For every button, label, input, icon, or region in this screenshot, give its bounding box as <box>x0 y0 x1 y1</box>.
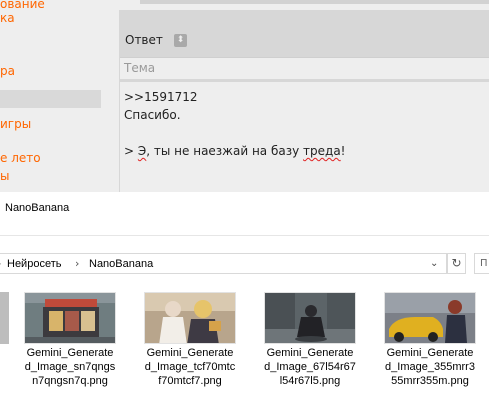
sidebar-highlight <box>0 90 101 108</box>
file-thumbnail-partial[interactable] <box>0 292 9 344</box>
spellcheck-word: треда <box>303 144 341 158</box>
quote-text: , ты не наезжай на базу <box>146 144 304 158</box>
sidebar-link[interactable]: ы <box>0 169 9 183</box>
sidebar-link[interactable]: ование <box>0 0 45 11</box>
file-name: Gemini_Generated_Image_67l54r67l54r67l5.… <box>264 347 356 387</box>
file-name: Gemini_Generated_Image_tcf70mtcf70mtcf7.… <box>144 347 236 387</box>
address-bar[interactable]: › Нейросеть › NanoBanana ⌄ <box>0 253 447 274</box>
breadcrumb-item[interactable]: NanoBanana <box>89 258 153 270</box>
breadcrumb-chevron-icon[interactable]: › <box>0 257 1 270</box>
file-item[interactable]: Gemini_Generated_Image_tcf70mtcf70mtcf7.… <box>144 292 236 404</box>
file-item[interactable]: Gemini_Generated_Image_sn7qngsn7qngsn7q.… <box>24 292 116 404</box>
subject-field[interactable]: Тема <box>120 57 489 79</box>
breadcrumb-chevron-icon[interactable]: › <box>75 257 79 270</box>
file-name: Gemini_Generated_Image_sn7qngsn7qngsn7q.… <box>24 347 116 387</box>
file-thumbnail <box>24 292 116 344</box>
breadcrumb-item[interactable]: Нейросеть <box>7 258 61 270</box>
search-box[interactable]: П <box>474 253 489 274</box>
comment-quote-line: > Э, ты не наезжай на базу треда! <box>124 144 345 158</box>
sidebar-link[interactable]: е лето <box>0 151 41 165</box>
dialog-separator <box>0 235 489 236</box>
sidebar-link[interactable]: ка <box>0 11 15 25</box>
file-item[interactable]: Gemini_Generated_Image_355mrr355mrr355m.… <box>384 292 476 404</box>
subject-placeholder: Тема <box>124 61 156 75</box>
comment-text: Спасибо. <box>124 108 181 122</box>
dialog-title: NanoBanana <box>5 202 70 214</box>
sidebar-link[interactable]: ра <box>0 64 15 78</box>
file-name: Gemini_Generated_Image_355mrr355mrr355m.… <box>385 347 475 387</box>
chevron-down-icon[interactable]: ⌄ <box>430 258 438 269</box>
comment-reply-link: >>1591712 <box>124 90 198 104</box>
sidebar-link[interactable]: игры <box>0 117 31 131</box>
form-top-strip <box>140 0 489 4</box>
file-thumbnail <box>384 292 476 344</box>
quote-marker: > <box>124 144 138 158</box>
file-open-dialog: NanoBanana › Нейросеть › NanoBanana ⌄ ↻ … <box>0 192 489 414</box>
answer-label: Ответ <box>125 33 163 47</box>
refresh-icon[interactable]: ↻ <box>447 253 466 274</box>
imageboard-page: ование ка ра игры е лето ы Ответ ⬍ Тема … <box>0 0 489 192</box>
collapse-form-icon[interactable]: ⬍ <box>174 34 187 47</box>
file-thumbnail <box>144 292 236 344</box>
file-item[interactable]: Gemini_Generated_Image_67l54r67l54r67l5.… <box>264 292 356 404</box>
post-form: Ответ ⬍ Тема >>1591712 Спасибо. > Э, ты … <box>119 10 489 192</box>
comment-field[interactable]: >>1591712 Спасибо. > Э, ты не наезжай на… <box>120 82 489 192</box>
quote-end: ! <box>340 144 346 158</box>
spellcheck-word: Э <box>137 144 147 158</box>
file-thumbnail <box>264 292 356 344</box>
